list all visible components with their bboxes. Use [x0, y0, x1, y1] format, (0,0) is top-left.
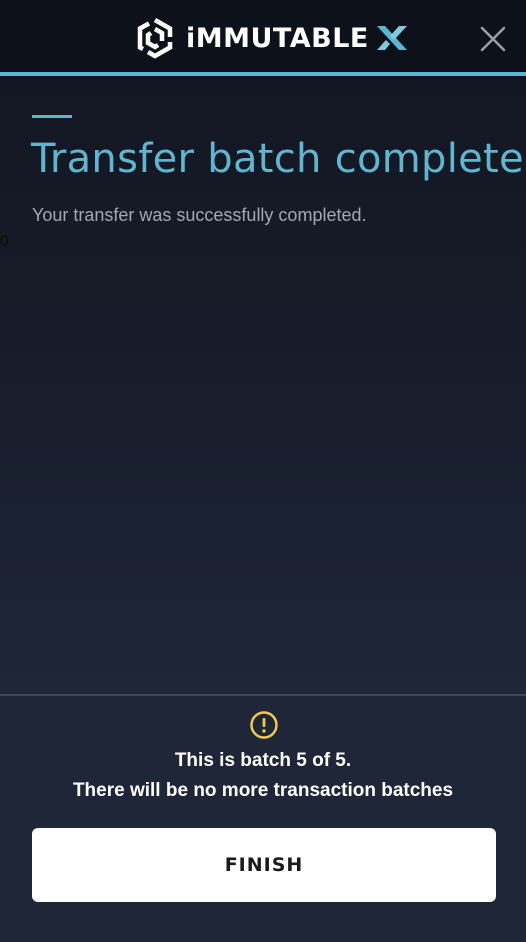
stray-text: 0: [0, 233, 9, 250]
batch-status: This is batch 5 of 5.: [174, 750, 352, 771]
content-panel: Transfer batch complete! Your transfer w…: [0, 76, 526, 694]
page-title: Transfer batch complete!: [31, 136, 526, 182]
close-icon[interactable]: [476, 22, 510, 56]
finish-button[interactable]: FINISH: [32, 828, 496, 902]
footer-panel: This is batch 5 of 5. There will be no m…: [0, 694, 526, 942]
immutable-logo-icon: [137, 18, 173, 59]
brand-name: iMMUTABLE: [186, 22, 369, 54]
batch-note: There will be no more transaction batche…: [72, 780, 454, 801]
brand: iMMUTABLE: [134, 15, 409, 61]
status-message: Your transfer was successfully completed…: [32, 205, 367, 225]
x-mark-icon: [376, 26, 407, 50]
header-bar: iMMUTABLE: [0, 0, 526, 76]
title-accent-line: [32, 115, 72, 118]
exclamation-circle-icon: [250, 711, 278, 739]
